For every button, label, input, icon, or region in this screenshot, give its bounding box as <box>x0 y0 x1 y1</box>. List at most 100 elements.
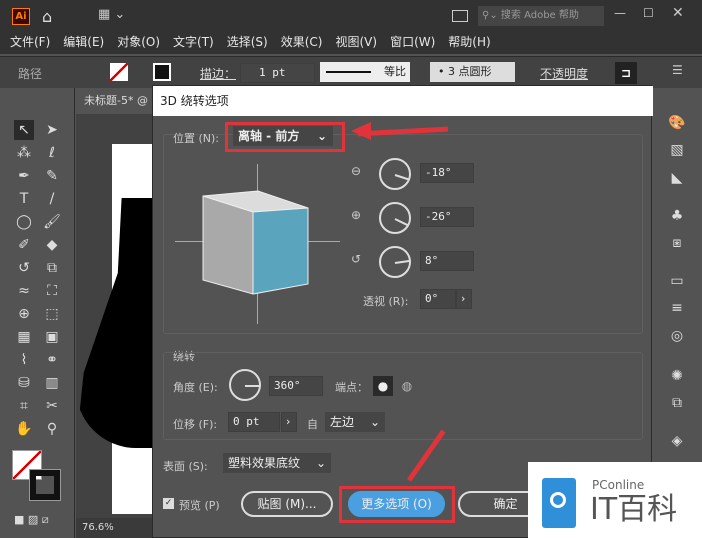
perspective-label: 透视 (R): <box>363 295 409 308</box>
symbol-sprayer-icon[interactable]: ⛁ <box>14 373 34 393</box>
stroke-weight-input[interactable]: 1 pt <box>240 63 315 83</box>
perspective-slider-button[interactable]: › <box>456 289 472 309</box>
opacity-label[interactable]: 不透明度 <box>540 65 588 82</box>
y-axis-rotate-icon: ⊕ <box>351 208 362 222</box>
rotate-tool-icon[interactable]: ↺ <box>14 258 34 278</box>
gradient-panel-icon[interactable]: ▭ <box>667 271 687 291</box>
offset-input[interactable]: 0 pt <box>228 412 280 432</box>
minimize-button[interactable]: — <box>614 6 626 20</box>
free-transform-icon[interactable]: ⛶ <box>42 281 62 301</box>
stroke-color-swatch[interactable] <box>29 469 61 501</box>
dialog-title: 3D 绕转选项 <box>153 86 653 116</box>
paintbrush-icon[interactable]: 🖌 <box>42 212 62 232</box>
live-paint-icon[interactable]: ⬚ <box>42 304 62 324</box>
angle-input[interactable]: 360° <box>269 376 323 396</box>
brush-definition[interactable]: • 3 点圆形 <box>430 62 515 82</box>
menu-view[interactable]: 视图(V) <box>335 32 377 54</box>
column-graph-icon[interactable]: ▥ <box>42 373 62 393</box>
arrange-documents-icon[interactable] <box>452 10 468 22</box>
direct-selection-tool-icon[interactable]: ➤ <box>42 120 62 140</box>
eyedropper-icon[interactable]: ⌇ <box>14 350 34 370</box>
zoom-level[interactable]: 76.6% <box>82 522 114 533</box>
offset-slider-button[interactable]: › <box>281 412 297 432</box>
color-mode-icons[interactable]: ■ ▨ ⧄ <box>14 513 49 527</box>
type-tool-icon[interactable]: T <box>14 189 34 209</box>
x-rotation-dial[interactable] <box>379 158 411 190</box>
x-rotation-input[interactable]: -18° <box>420 163 474 183</box>
maximize-button[interactable]: ☐ <box>643 6 654 20</box>
menu-list-icon[interactable]: ☰ <box>672 63 683 77</box>
watermark-brand: PConline <box>592 478 645 492</box>
artboard-tool-icon[interactable]: ⌗ <box>14 396 34 416</box>
search-icon: ⚲⌄ <box>482 10 501 21</box>
y-rotation-dial[interactable] <box>379 202 411 234</box>
stroke-panel-icon[interactable]: ≡ <box>667 298 687 318</box>
z-rotation-input[interactable]: 8° <box>420 251 474 271</box>
layers-icon[interactable]: ◈ <box>667 431 687 451</box>
close-button[interactable]: ✕ <box>672 5 684 21</box>
cube-left-face <box>202 195 254 295</box>
search-input[interactable]: ⚲⌄ 搜索 Adobe 帮助 <box>478 6 604 26</box>
angle-dial[interactable] <box>229 369 261 401</box>
menu-effect[interactable]: 效果(C) <box>281 32 323 54</box>
transform-icon[interactable]: ⧉ <box>667 393 687 413</box>
variable-width-profile[interactable]: 等比 <box>320 62 410 82</box>
shaper-tool-icon[interactable]: ✐ <box>14 235 34 255</box>
workspace-switcher-icon[interactable]: ▦ ⌄ <box>98 7 125 22</box>
position-label: 位置 (N): <box>173 132 220 145</box>
y-rotation-input[interactable]: -26° <box>420 207 474 227</box>
menu-select[interactable]: 选择(S) <box>227 32 268 54</box>
document-tab[interactable]: 未标题-5* @ <box>76 88 152 114</box>
lasso-icon[interactable]: ℓ <box>42 143 62 163</box>
line-tool-icon[interactable]: / <box>42 189 62 209</box>
menu-help[interactable]: 帮助(H) <box>448 32 490 54</box>
color-panel-icon[interactable]: 🎨 <box>667 113 687 133</box>
watermark-name: IT百科 <box>590 492 678 527</box>
stroke-swatch[interactable] <box>153 63 171 81</box>
shape-builder-icon[interactable]: ⊕ <box>14 304 34 324</box>
swatches-icon[interactable]: ◣ <box>667 168 687 188</box>
magic-wand-icon[interactable]: ⁂ <box>14 143 34 163</box>
scale-tool-icon[interactable]: ⧉ <box>42 258 62 278</box>
slice-tool-icon[interactable]: ✂ <box>42 396 62 416</box>
warp-tool-icon[interactable]: ≈ <box>14 281 34 301</box>
appearance-icon[interactable]: ✺ <box>667 366 687 386</box>
surface-dropdown[interactable]: 塑料效果底纹 ⌄ <box>223 453 331 473</box>
hand-tool-icon[interactable]: ✋ <box>14 419 34 439</box>
z-axis-rotate-icon: ↺ <box>351 252 362 266</box>
menu-type[interactable]: 文字(T) <box>173 32 214 54</box>
chevron-down-icon: ⌄ <box>369 415 380 429</box>
gradient-tool-icon[interactable]: ▣ <box>42 327 62 347</box>
curvature-tool-icon[interactable]: ✎ <box>42 166 62 186</box>
pen-tool-icon[interactable]: ✒ <box>14 166 34 186</box>
chevron-down-icon: ⌄ <box>315 456 326 470</box>
from-dropdown[interactable]: 左边 ⌄ <box>325 412 385 432</box>
selection-tool-icon[interactable]: ↖ <box>14 120 34 140</box>
highlight-box <box>225 122 345 152</box>
home-icon[interactable]: ⌂ <box>42 7 52 26</box>
menu-window[interactable]: 窗口(W) <box>390 32 435 54</box>
preview-label: 预览 (P) <box>179 499 220 512</box>
eraser-icon[interactable]: ◆ <box>42 235 62 255</box>
menu-object[interactable]: 对象(O) <box>117 32 160 54</box>
z-rotation-dial[interactable] <box>379 246 411 278</box>
mesh-tool-icon[interactable]: ▦ <box>14 327 34 347</box>
align-icon[interactable]: ⊐ <box>615 62 637 84</box>
brushes-icon[interactable]: ⧆ <box>667 233 687 253</box>
zoom-tool-icon[interactable]: ⚲ <box>42 419 62 439</box>
color-guide-icon[interactable]: ▧ <box>667 140 687 160</box>
fill-swatch[interactable] <box>110 63 128 81</box>
blend-tool-icon[interactable]: ⚭ <box>42 350 62 370</box>
cap-off-button[interactable]: ◍ <box>397 376 417 396</box>
perspective-input[interactable]: 0° <box>420 289 456 309</box>
symbols-icon[interactable]: ♣ <box>667 206 687 226</box>
cap-on-button[interactable]: ● <box>373 376 393 396</box>
rotation-cube-preview[interactable] <box>198 184 318 299</box>
map-art-button[interactable]: 贴图 (M)... <box>241 491 333 517</box>
ai-logo: Ai <box>12 8 30 25</box>
ellipse-tool-icon[interactable]: ◯ <box>14 212 34 232</box>
transparency-icon[interactable]: ◎ <box>667 326 687 346</box>
menu-edit[interactable]: 编辑(E) <box>63 32 104 54</box>
menu-file[interactable]: 文件(F) <box>10 32 50 54</box>
preview-checkbox[interactable]: ✓ <box>163 498 174 509</box>
